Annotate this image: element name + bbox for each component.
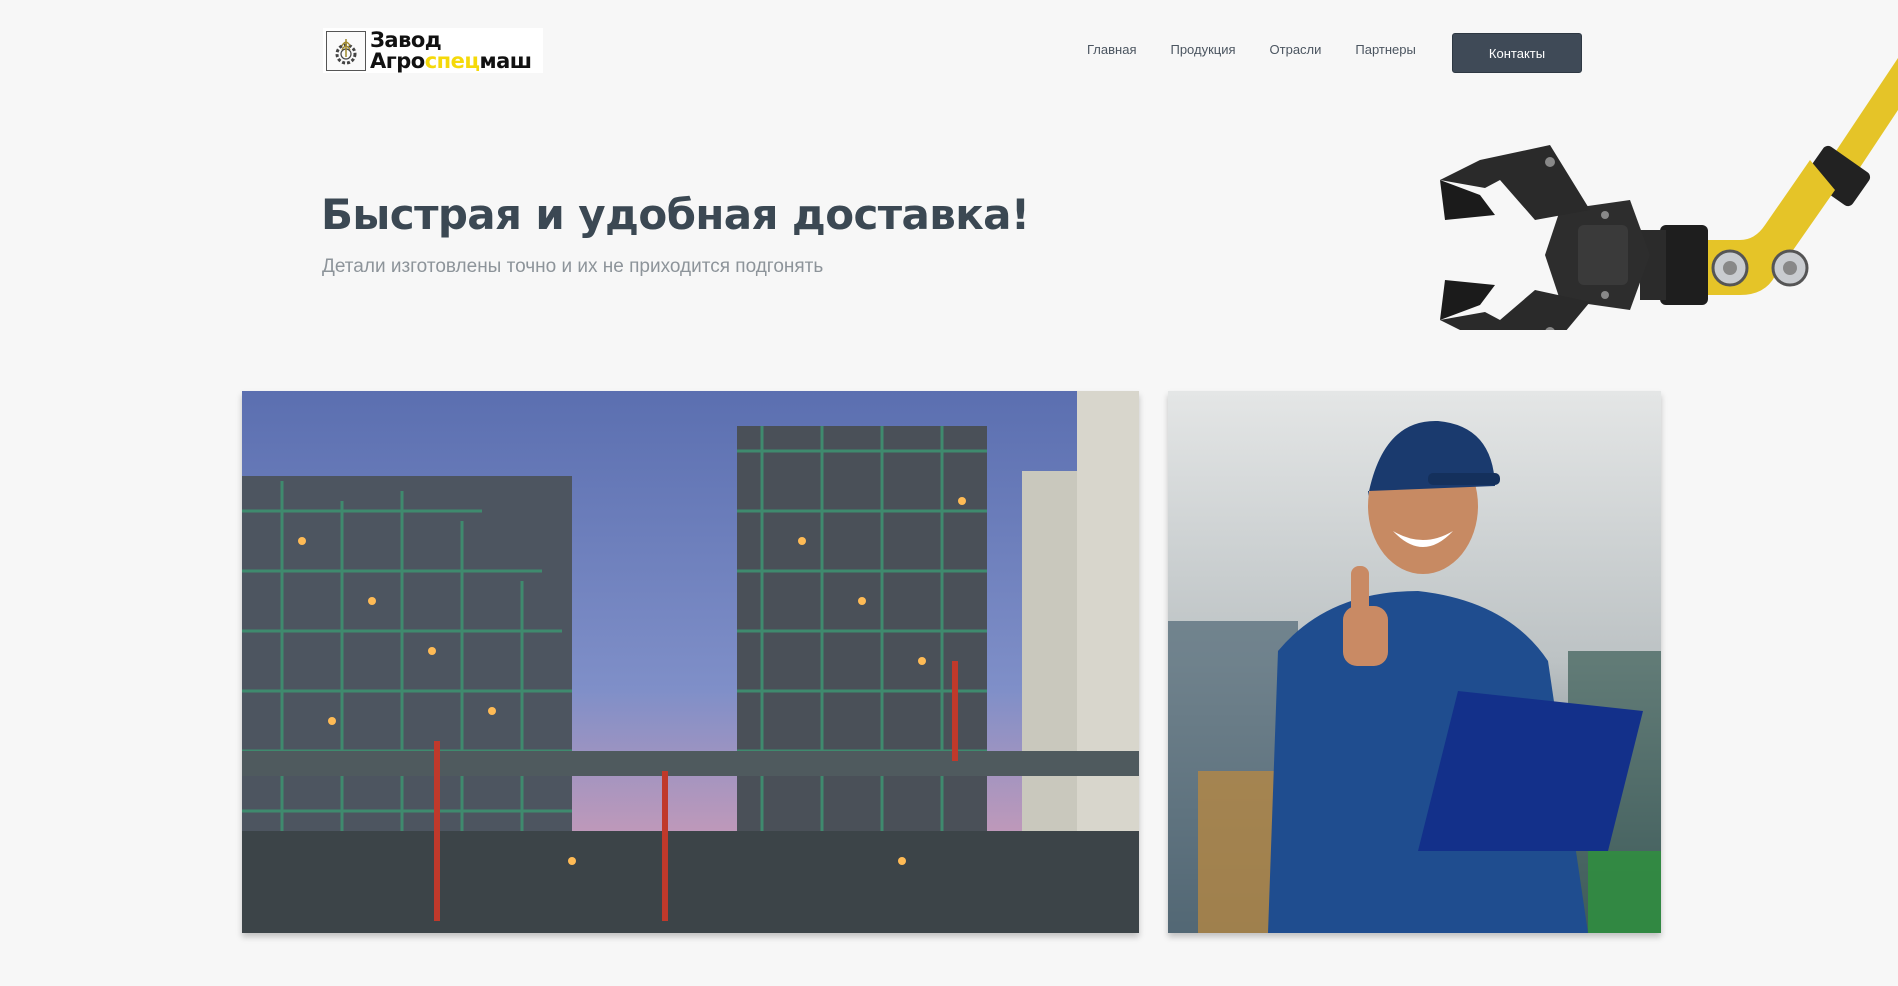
logo-line-2-part2: маш [479, 48, 532, 73]
logo-emblem-icon [326, 30, 366, 71]
nav-link-home[interactable]: Главная [1087, 42, 1136, 57]
logo-text: Завод Агроспецмаш [370, 27, 532, 73]
main-nav: Главная Продукция Отрасли Партнеры [1087, 42, 1450, 57]
nav-link-industries[interactable]: Отрасли [1270, 42, 1322, 57]
nav-link-products[interactable]: Продукция [1170, 42, 1235, 57]
logo-line-2-part1: Агро [370, 48, 425, 73]
logo-line-2: Агроспецмаш [370, 48, 532, 73]
worker-thumbs-up-photo [1168, 391, 1661, 933]
logo[interactable]: Завод Агроспецмаш [323, 28, 543, 73]
logo-line-1: Завод [370, 27, 442, 52]
hero-subtitle: Детали изготовлены точно и их не приходи… [322, 256, 824, 277]
robotic-arm-image [1440, 58, 1898, 330]
logo-line-2-accent: спец [424, 48, 480, 73]
hero-title: Быстрая и удобная доставка! [321, 190, 1030, 239]
industrial-plant-photo [242, 391, 1139, 933]
nav-link-partners[interactable]: Партнеры [1355, 42, 1415, 57]
